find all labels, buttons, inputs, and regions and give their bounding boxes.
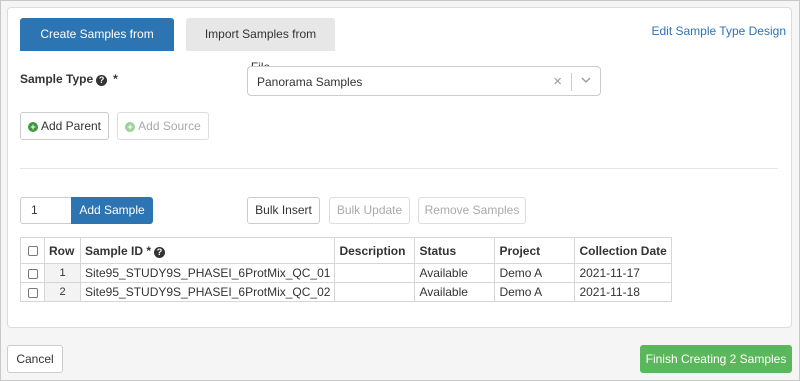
edit-sample-type-design-link[interactable]: Edit Sample Type Design — [651, 24, 786, 38]
bulk-insert-button[interactable]: Bulk Insert — [247, 197, 320, 224]
chevron-down-icon[interactable] — [580, 74, 592, 86]
row-select-cell — [20, 282, 45, 302]
description-cell[interactable] — [334, 263, 416, 283]
bulk-update-button[interactable]: Bulk Update — [329, 197, 410, 224]
project-cell[interactable]: Demo A — [494, 263, 576, 283]
samples-grid: Row Sample ID *? Description Status Proj… — [20, 237, 672, 302]
tab-create-from-grid[interactable]: Create Samples from Grid — [20, 18, 174, 74]
sample-type-label-text: Sample Type — [20, 72, 94, 86]
sample-id-header-text: Sample ID — [85, 243, 144, 258]
row-select-cell — [20, 263, 45, 283]
cancel-button[interactable]: Cancel — [7, 345, 63, 373]
remove-samples-button[interactable]: Remove Samples — [418, 197, 526, 224]
clear-icon[interactable]: × — [553, 73, 562, 90]
select-separator — [571, 73, 572, 91]
col-header-row: Row — [44, 237, 81, 264]
row-checkbox[interactable] — [27, 268, 38, 279]
project-cell[interactable]: Demo A — [494, 282, 576, 302]
col-header-status: Status — [414, 237, 496, 264]
sample-type-select[interactable]: Panorama Samples × — [247, 66, 601, 96]
row-number: 1 — [44, 263, 81, 283]
description-cell[interactable] — [334, 282, 416, 302]
select-all-cell — [20, 237, 45, 264]
collection-date-cell[interactable]: 2021-11-18 — [574, 282, 672, 302]
required-marker: * — [146, 243, 152, 258]
col-header-description: Description — [334, 237, 416, 264]
row-number: 2 — [44, 282, 81, 302]
add-sample-button[interactable]: Add Sample — [71, 197, 153, 224]
grid-header-row: Row Sample ID *? Description Status Proj… — [20, 237, 672, 264]
add-source-button[interactable]: + Add Source — [117, 112, 209, 140]
tab-import-from-file[interactable]: Import Samples from File — [186, 18, 335, 74]
sample-id-cell[interactable]: Site95_STUDY9S_PHASEI_6ProtMix_QC_02 — [79, 282, 336, 302]
required-marker: * — [113, 72, 118, 86]
select-all-checkbox[interactable] — [27, 246, 38, 257]
col-header-sample-id: Sample ID *? — [79, 237, 336, 264]
status-cell[interactable]: Available — [414, 263, 496, 283]
plus-circle-icon: + — [27, 122, 38, 132]
add-parent-label: Add Parent — [40, 119, 102, 133]
collection-date-cell[interactable]: 2021-11-17 — [574, 263, 672, 283]
sample-id-cell[interactable]: Site95_STUDY9S_PHASEI_6ProtMix_QC_01 — [79, 263, 336, 283]
help-icon[interactable]: ? — [96, 75, 108, 86]
help-icon[interactable]: ? — [154, 246, 166, 258]
col-header-project: Project — [494, 237, 576, 264]
add-source-label: Add Source — [138, 119, 201, 133]
table-row: 1 Site95_STUDY9S_PHASEI_6ProtMix_QC_01 A… — [20, 263, 672, 283]
status-cell[interactable]: Available — [414, 282, 496, 302]
plus-circle-icon: + — [125, 122, 136, 132]
add-parent-button[interactable]: + Add Parent — [20, 112, 109, 140]
quantity-input[interactable]: 1 — [20, 197, 72, 224]
table-row: 2 Site95_STUDY9S_PHASEI_6ProtMix_QC_02 A… — [20, 282, 672, 302]
sample-type-label: Sample Type? * — [20, 72, 118, 86]
sample-type-value: Panorama Samples — [257, 75, 363, 89]
finish-creating-button[interactable]: Finish Creating 2 Samples — [640, 345, 792, 373]
row-checkbox[interactable] — [27, 287, 38, 298]
col-header-collection-date: Collection Date — [574, 237, 672, 264]
section-divider — [20, 168, 778, 169]
